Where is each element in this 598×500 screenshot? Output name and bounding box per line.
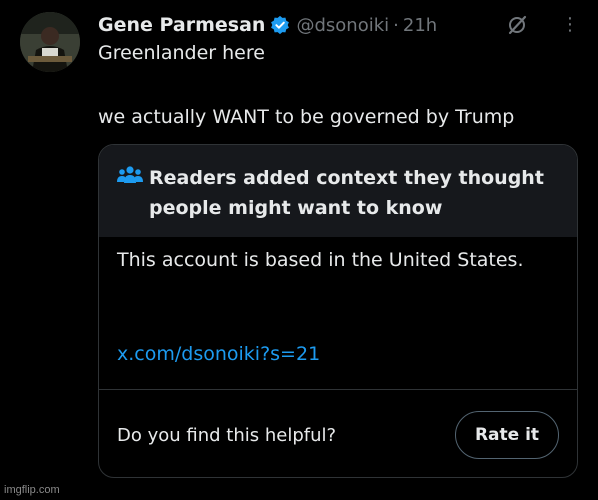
community-note-body: This account is based in the United Stat… [117, 249, 524, 271]
community-note-header[interactable]: Readers added context they thought peopl… [99, 145, 577, 237]
post-header: Gene Parmesan @dsonoiki · 21h ⋮ [98, 10, 580, 40]
community-note-link[interactable]: x.com/dsonoiki?s=21 [117, 343, 320, 365]
post-text-line-1: Greenlander here [98, 42, 265, 64]
community-note-card: Readers added context they thought peopl… [98, 144, 578, 478]
grok-icon[interactable] [506, 14, 528, 36]
header-separator: · [393, 14, 399, 36]
verified-badge-icon [270, 15, 290, 35]
avatar-image [20, 12, 80, 72]
author-handle[interactable]: @dsonoiki [296, 15, 389, 36]
watermark: imgflip.com [4, 484, 60, 496]
helpful-question: Do you find this helpful? [117, 425, 337, 446]
divider [99, 389, 577, 390]
more-icon[interactable]: ⋮ [560, 12, 580, 38]
people-icon [117, 165, 143, 185]
post-timestamp[interactable]: 21h [403, 15, 437, 36]
author-display-name[interactable]: Gene Parmesan [98, 14, 265, 36]
rate-it-button[interactable]: Rate it [455, 411, 559, 459]
community-note-title: Readers added context they thought peopl… [149, 167, 544, 219]
post-text-line-2: we actually WANT to be governed by Trump [98, 106, 515, 128]
avatar[interactable] [20, 12, 80, 72]
